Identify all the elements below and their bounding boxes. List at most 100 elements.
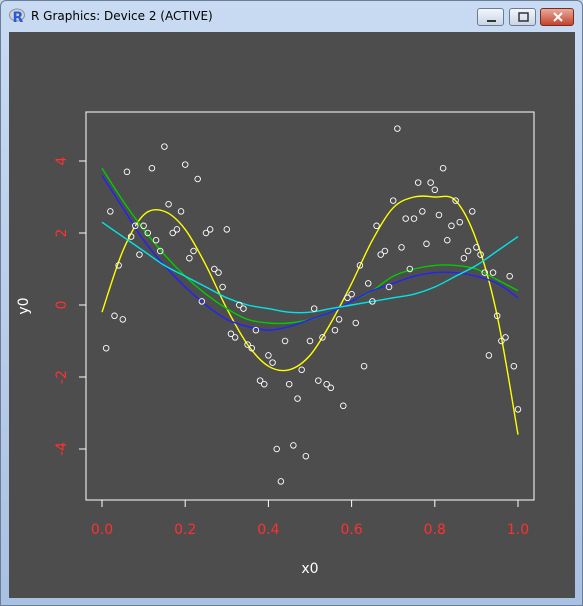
data-point <box>352 319 360 327</box>
data-point <box>331 326 339 334</box>
data-point <box>485 352 493 359</box>
fitted-curve <box>101 167 519 325</box>
maximize-icon <box>518 12 529 22</box>
close-icon <box>553 12 563 22</box>
data-point <box>381 247 389 255</box>
data-point <box>165 200 172 208</box>
data-point <box>302 452 310 460</box>
data-point <box>273 445 280 453</box>
fitted-curve <box>101 195 519 435</box>
data-points <box>102 125 522 485</box>
data-point <box>161 143 168 150</box>
data-point <box>285 380 293 388</box>
data-point <box>410 215 418 222</box>
data-point <box>510 362 518 370</box>
y-tick-label: 0 <box>54 301 70 310</box>
fitted-curve <box>101 221 519 314</box>
data-point <box>294 395 301 402</box>
data-point <box>277 478 285 485</box>
data-point <box>186 254 193 262</box>
maximize-button[interactable] <box>509 8 536 26</box>
data-point <box>173 226 181 233</box>
data-point <box>340 402 347 410</box>
data-point <box>364 280 372 287</box>
data-point <box>423 240 430 248</box>
data-point <box>335 316 343 323</box>
data-point <box>290 442 297 449</box>
data-point <box>190 247 197 255</box>
x-tick-label: 1.0 <box>507 522 529 538</box>
data-point <box>148 164 156 172</box>
data-point <box>439 164 447 172</box>
data-point <box>389 197 397 204</box>
x-tick-label: 0.6 <box>340 522 362 538</box>
data-point <box>194 175 201 183</box>
data-point <box>102 344 110 352</box>
data-point <box>260 380 268 388</box>
data-point <box>265 352 272 359</box>
data-point <box>306 337 314 345</box>
svg-text:R: R <box>13 10 24 25</box>
data-point <box>435 211 443 219</box>
data-point <box>402 215 409 222</box>
x-axis: 0.0 0.2 0.4 0.6 0.8 1.0 <box>91 500 529 538</box>
data-point <box>419 208 426 215</box>
y-tick-label: 2 <box>54 229 70 238</box>
data-point <box>427 179 434 186</box>
x-tick-label: 0.4 <box>257 522 279 538</box>
fitted-curve <box>101 175 519 331</box>
minimize-button[interactable] <box>477 8 504 26</box>
data-point <box>177 208 185 215</box>
x-tick-label: 0.8 <box>424 522 446 538</box>
title-bar[interactable]: R R Graphics: Device 2 (ACTIVE) <box>1 1 582 31</box>
r-logo-icon: R <box>9 8 25 25</box>
data-point <box>394 125 401 132</box>
data-point <box>223 226 231 233</box>
y-tick-label: -4 <box>54 442 70 456</box>
data-point <box>111 312 118 320</box>
data-point <box>514 406 522 413</box>
data-point <box>468 208 476 215</box>
x-tick-label: 0.0 <box>91 522 113 538</box>
data-point <box>269 359 276 366</box>
y-axis-label: y0 <box>16 297 32 314</box>
data-point <box>360 362 368 370</box>
data-point <box>206 226 214 233</box>
y-tick-label: 4 <box>54 156 70 165</box>
data-point <box>219 283 226 291</box>
data-point <box>460 254 468 262</box>
data-point <box>348 290 355 298</box>
data-point <box>373 222 380 230</box>
data-point <box>240 305 247 312</box>
data-point <box>136 251 143 258</box>
data-point <box>448 222 455 230</box>
data-point <box>506 272 513 280</box>
data-point <box>502 334 509 341</box>
x-axis-label: x0 <box>301 561 318 577</box>
y-axis: -4 -2 0 2 4 <box>54 156 86 456</box>
data-point <box>327 384 335 392</box>
data-point <box>152 236 160 244</box>
window-title: R Graphics: Device 2 (ACTIVE) <box>31 9 213 23</box>
minimize-icon <box>487 20 496 22</box>
close-button[interactable] <box>540 8 574 26</box>
data-point <box>444 236 451 244</box>
data-point <box>181 161 189 168</box>
data-point <box>215 269 222 276</box>
fitted-curves <box>101 167 519 435</box>
data-point <box>456 218 464 226</box>
data-point <box>281 337 289 345</box>
r-graphics-window: R R Graphics: Device 2 (ACTIVE) 0.0 0.2 0.… <box>0 0 583 606</box>
data-point <box>398 244 405 251</box>
data-point <box>298 366 305 374</box>
y-tick-label: -2 <box>54 370 70 384</box>
data-point <box>119 316 127 323</box>
data-point <box>231 334 239 341</box>
plot-canvas: 0.0 0.2 0.4 0.6 0.8 1.0 -4 -2 0 2 4 x0 y0 <box>9 32 575 598</box>
data-point <box>464 247 472 255</box>
data-point <box>431 186 439 194</box>
data-point <box>489 269 497 276</box>
data-point <box>310 305 318 312</box>
data-point <box>107 208 114 215</box>
data-point <box>315 377 322 384</box>
